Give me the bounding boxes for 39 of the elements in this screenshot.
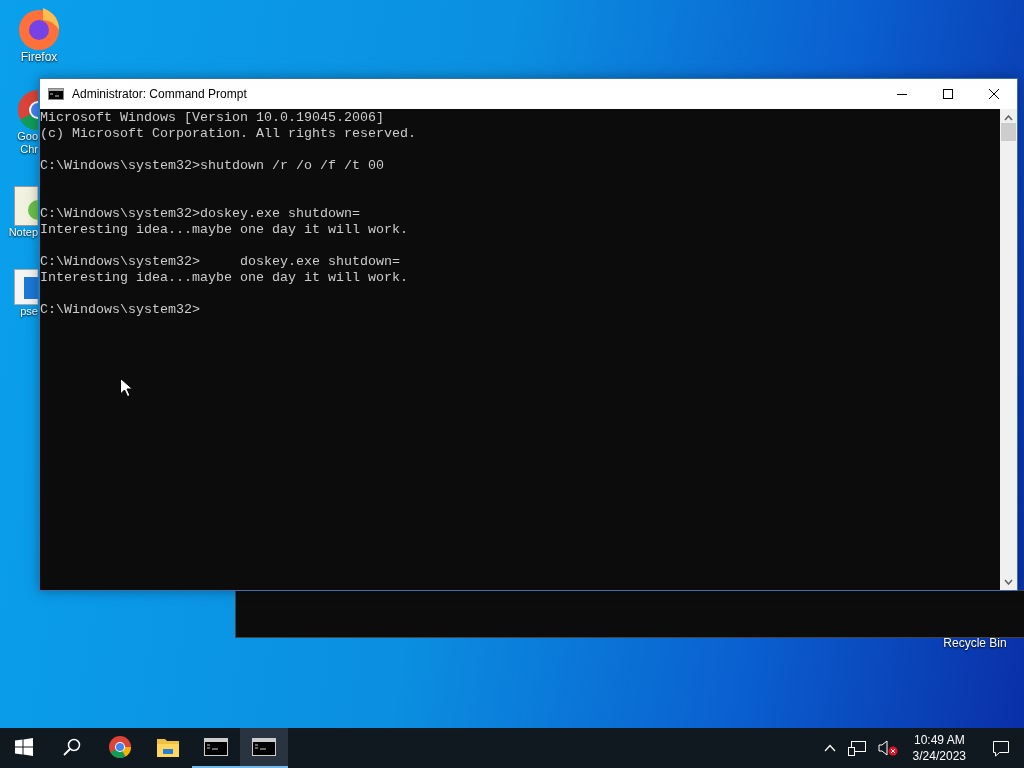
scroll-up-icon [1004, 115, 1013, 121]
date-text: 3/24/2023 [912, 748, 966, 764]
console-line: C:\Windows\system32> doskey.exe shutdown= [40, 254, 401, 270]
window-title: Administrator: Command Prompt [72, 87, 248, 101]
document-icon [14, 269, 38, 305]
speech-bubble-icon [992, 739, 1010, 757]
close-icon [989, 89, 999, 99]
folder-icon [157, 737, 179, 757]
desktop-icon-label[interactable]: Notep [8, 226, 38, 239]
desktop-icon-label[interactable]: Recycle Bin [943, 636, 1007, 650]
desktop-icon-label[interactable]: pse [20, 305, 38, 318]
notepad-icon [14, 186, 38, 226]
scroll-down-icon [1004, 579, 1013, 585]
chevron-up-icon [823, 744, 836, 752]
desktop-icon-label[interactable]: Goo [17, 130, 38, 143]
chrome-icon [16, 90, 38, 130]
console-icon [48, 88, 64, 100]
console-line: Microsoft Windows [Version 10.0.19045.2006] [40, 110, 385, 126]
cursor-icon [120, 378, 132, 397]
console-line: C:\Windows\system32> [40, 302, 201, 318]
clock[interactable]: 10:49 AM 3/24/2023 [906, 732, 972, 764]
console-line: C:\Windows\system32>shutdown /r /o /f /t 00 [40, 158, 385, 174]
maximize-icon [943, 89, 953, 99]
network-icon [847, 740, 866, 756]
chrome-icon [108, 735, 132, 759]
console-icon [204, 738, 228, 756]
windows-logo-icon [15, 738, 33, 756]
time-text: 10:49 AM [913, 732, 965, 748]
firefox-icon [17, 6, 61, 50]
search-icon [63, 738, 81, 756]
desktop-icon-label[interactable]: Firefox [20, 50, 58, 64]
desktop-icon-label[interactable]: Chr [20, 143, 38, 156]
taskbar-button[interactable] [240, 728, 288, 768]
console-line: (c) Microsoft Corporation. All rights reserved. [40, 126, 417, 142]
console-line: Interesting idea...maybe one day it will work. [40, 222, 409, 238]
console-line: C:\Windows\system32>doskey.exe shutdown= [40, 206, 361, 222]
console-icon [252, 738, 276, 756]
scrollbar-thumb[interactable] [1001, 123, 1016, 141]
console-line: Interesting idea...maybe one day it will work. [40, 270, 409, 286]
